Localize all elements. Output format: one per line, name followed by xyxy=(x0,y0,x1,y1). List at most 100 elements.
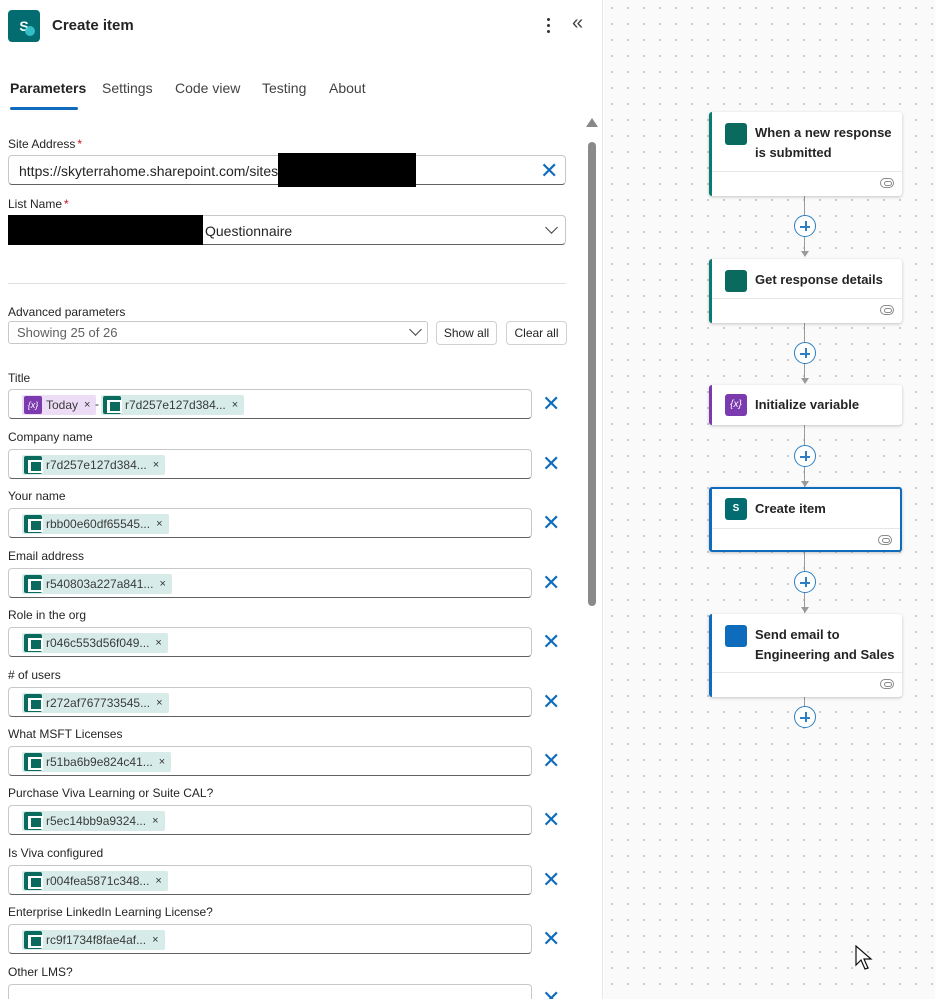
forms-icon xyxy=(725,270,747,292)
clear-field-icon[interactable]: ✕ xyxy=(542,988,560,999)
list-name-label: List Name * xyxy=(8,197,69,211)
tab-code-view[interactable]: Code view xyxy=(175,80,240,96)
token-label: r046c553d56f049... xyxy=(46,636,150,650)
token-label: rbb00e60df65545... xyxy=(46,517,151,531)
flow-step-trigger[interactable]: When a new response is submitted xyxy=(709,112,902,196)
flow-step-initialize-variable[interactable]: {x} Initialize variable xyxy=(709,385,902,425)
field-label: Other LMS? xyxy=(8,965,73,979)
dynamic-token[interactable]: r51ba6b9e824c41... × xyxy=(22,752,172,772)
title-field[interactable]: {x} Today × - r7d257e127d384... × xyxy=(8,389,532,419)
tab-about[interactable]: About xyxy=(329,80,366,96)
flow-step-get-response[interactable]: Get response details xyxy=(709,259,902,323)
forms-icon xyxy=(24,634,43,652)
field-label: Enterprise LinkedIn Learning License? xyxy=(8,905,213,919)
forms-icon xyxy=(103,396,122,414)
chevron-down-icon xyxy=(545,221,558,234)
add-step-button[interactable] xyxy=(794,445,816,467)
sharepoint-icon: S xyxy=(725,498,747,520)
advanced-parameters-select[interactable]: Showing 25 of 26 xyxy=(8,321,428,344)
dynamic-token[interactable]: r004fea5871c348... × xyxy=(22,871,168,891)
dynamic-token[interactable]: r5ec14bb9a9324... × xyxy=(22,811,165,831)
remove-token-icon[interactable]: × xyxy=(156,697,162,709)
remove-token-icon[interactable]: × xyxy=(152,815,158,827)
dynamic-token[interactable]: r272af767733545... × xyxy=(22,693,169,713)
list-name-dropdown[interactable]: Questionnaire xyxy=(8,215,566,245)
forms-icon xyxy=(24,812,43,830)
field-label: What MSFT Licenses xyxy=(8,727,123,741)
flow-canvas[interactable]: When a new response is submitted Get res… xyxy=(604,0,935,999)
field-label: Title xyxy=(8,371,31,385)
token-label: r7d257e127d384... xyxy=(125,398,226,412)
forms-icon xyxy=(24,931,43,949)
more-options-button[interactable] xyxy=(538,14,558,36)
parameter-field[interactable] xyxy=(8,984,532,999)
clear-field-icon[interactable]: ✕ xyxy=(542,691,560,713)
remove-token-icon[interactable]: × xyxy=(159,756,165,768)
step-title: Send email to Engineering and Sales xyxy=(755,627,895,662)
remove-token-icon[interactable]: × xyxy=(232,399,238,411)
forms-icon xyxy=(24,872,43,890)
dynamic-token[interactable]: rc9f1734f8fae4af... × xyxy=(22,930,165,950)
show-all-button[interactable]: Show all xyxy=(436,321,497,345)
clear-field-icon[interactable]: ✕ xyxy=(542,453,560,475)
parameter-field[interactable]: r540803a227a841... × xyxy=(8,568,532,598)
parameter-field[interactable]: r046c553d56f049... × xyxy=(8,627,532,657)
tab-settings[interactable]: Settings xyxy=(102,80,153,96)
remove-token-icon[interactable]: × xyxy=(156,518,162,530)
remove-token-icon[interactable]: × xyxy=(159,578,165,590)
parameter-field[interactable]: rc9f1734f8fae4af... × xyxy=(8,924,532,954)
remove-token-icon[interactable]: × xyxy=(84,399,90,411)
clear-field-icon[interactable]: ✕ xyxy=(542,809,560,831)
token-label: r5ec14bb9a9324... xyxy=(46,814,147,828)
link-icon xyxy=(880,178,894,188)
clear-field-icon[interactable]: ✕ xyxy=(542,869,560,891)
clear-all-button[interactable]: Clear all xyxy=(506,321,567,345)
dynamic-token[interactable]: r7d257e127d384... × xyxy=(101,395,245,415)
remove-token-icon[interactable]: × xyxy=(155,637,161,649)
redacted-block xyxy=(8,215,203,245)
add-step-button[interactable] xyxy=(794,215,816,237)
clear-field-icon[interactable]: ✕ xyxy=(542,750,560,772)
remove-token-icon[interactable]: × xyxy=(152,934,158,946)
remove-token-icon[interactable]: × xyxy=(153,459,159,471)
panel-scrollbar[interactable] xyxy=(585,118,599,999)
dynamic-token[interactable]: rbb00e60df65545... × xyxy=(22,514,169,534)
parameter-field[interactable]: r7d257e127d384... × xyxy=(8,449,532,479)
collapse-panel-icon[interactable]: « xyxy=(572,12,583,35)
parameter-field[interactable]: r51ba6b9e824c41... × xyxy=(8,746,532,776)
scroll-thumb[interactable] xyxy=(588,142,596,606)
advanced-parameters-value: Showing 25 of 26 xyxy=(17,325,118,340)
clear-field-icon[interactable]: ✕ xyxy=(542,631,560,653)
clear-field-icon[interactable]: ✕ xyxy=(542,928,560,950)
forms-icon xyxy=(24,515,43,533)
dynamic-token[interactable]: r540803a227a841... × xyxy=(22,574,172,594)
dynamic-token[interactable]: {x} Today × xyxy=(22,395,97,415)
tab-parameters[interactable]: Parameters xyxy=(10,80,86,96)
dynamic-token[interactable]: r7d257e127d384... × xyxy=(22,455,166,475)
field-label: Is Viva configured xyxy=(8,846,104,860)
token-label: r51ba6b9e824c41... xyxy=(46,755,153,769)
add-step-button[interactable] xyxy=(794,571,816,593)
parameter-field[interactable]: r004fea5871c348... × xyxy=(8,865,532,895)
remove-token-icon[interactable]: × xyxy=(155,875,161,887)
add-step-button[interactable] xyxy=(794,706,816,728)
parameter-field[interactable]: rbb00e60df65545... × xyxy=(8,508,532,538)
parameter-field[interactable]: r5ec14bb9a9324... × xyxy=(8,805,532,835)
forms-icon xyxy=(24,753,43,771)
site-address-value: https://skyterrahome.sharepoint.com/site… xyxy=(19,163,282,179)
clear-field-icon[interactable]: ✕ xyxy=(542,572,560,594)
add-step-button[interactable] xyxy=(794,342,816,364)
variable-icon: {x} xyxy=(725,394,747,416)
clear-field-icon[interactable]: ✕ xyxy=(542,393,560,415)
flow-step-send-email[interactable]: Send email to Engineering and Sales xyxy=(709,614,902,697)
step-title: Create item xyxy=(755,501,826,516)
flow-step-create-item[interactable]: S Create item xyxy=(709,487,902,552)
dynamic-token[interactable]: r046c553d56f049... × xyxy=(22,633,168,653)
scroll-up-icon[interactable] xyxy=(586,118,598,127)
divider xyxy=(8,283,566,284)
clear-field-icon[interactable]: ✕ xyxy=(542,512,560,534)
clear-site-address-icon[interactable]: ✕ xyxy=(540,160,558,182)
parameter-field[interactable]: r272af767733545... × xyxy=(8,687,532,717)
tab-testing[interactable]: Testing xyxy=(262,80,306,96)
site-address-field[interactable]: https://skyterrahome.sharepoint.com/site… xyxy=(8,153,566,187)
